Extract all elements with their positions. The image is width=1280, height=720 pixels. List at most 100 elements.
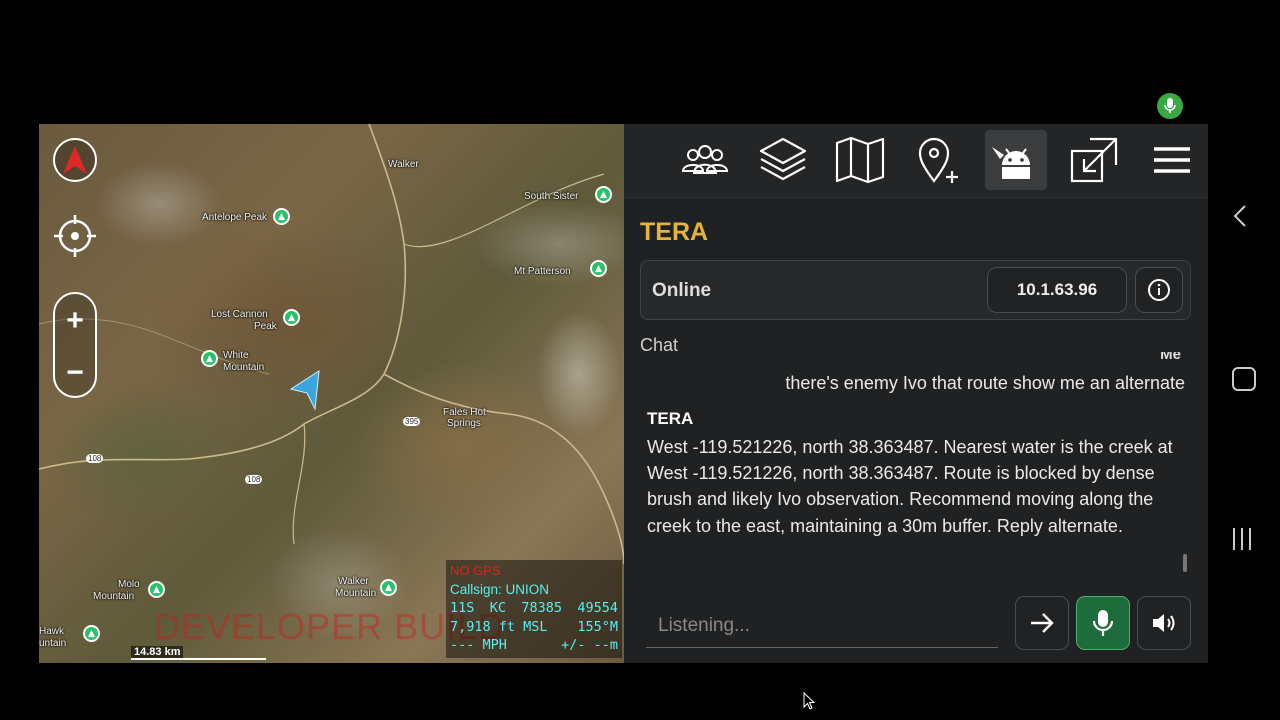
grid-square: KC	[489, 600, 506, 616]
map-label-hawk: Hawk	[39, 626, 65, 637]
easting: 78385	[521, 600, 562, 616]
gps-status: NO GPS	[450, 563, 501, 578]
chat-input-field[interactable]	[646, 604, 998, 648]
expand-button[interactable]	[1063, 130, 1125, 190]
locate-button[interactable]	[53, 214, 97, 258]
peak-marker[interactable]	[201, 350, 218, 367]
server-ip-button[interactable]: 10.1.63.96	[987, 267, 1127, 313]
map-label-molo-mountain: Mountain	[93, 591, 135, 602]
info-icon	[1148, 279, 1170, 301]
mic-icon	[1164, 98, 1176, 113]
nav-recents-button[interactable]	[1233, 528, 1251, 550]
peak-marker[interactable]	[83, 625, 100, 642]
chevron-left-icon	[1233, 205, 1246, 227]
map-label-fales-springs: Springs	[447, 418, 481, 429]
connection-status: Online	[652, 280, 712, 301]
recents-bar	[1249, 528, 1251, 550]
layers-button[interactable]	[752, 130, 814, 190]
speaker-button[interactable]	[1137, 596, 1191, 650]
contacts-button[interactable]	[674, 130, 736, 190]
map-label-lost-cannon: Lost Cannon	[211, 309, 268, 320]
message-sender-me: Me	[1160, 352, 1181, 363]
mouse-cursor	[803, 691, 816, 715]
map-label-white: White	[223, 350, 249, 361]
self-info-box: NO GPS Callsign: UNION 11S KC 78385 4955…	[446, 560, 622, 658]
chat-input[interactable]	[646, 604, 998, 647]
status-card: Online 10.1.63.96	[640, 260, 1191, 320]
map-label-fales-hot: Fales Hot	[443, 407, 486, 418]
zoom-control: + −	[53, 292, 97, 398]
zoom-out-button[interactable]: −	[55, 348, 95, 398]
map-label-walker-2: Walker	[338, 576, 369, 587]
zoom-in-icon: +	[66, 304, 84, 337]
northing: 49554	[577, 600, 618, 616]
peak-marker[interactable]	[283, 309, 300, 326]
altitude-heading-row: 7,918 ft MSL 155°M	[450, 618, 618, 637]
self-location-marker[interactable]	[289, 369, 323, 416]
map-button[interactable]	[829, 130, 891, 190]
compass-icon	[63, 146, 87, 174]
accuracy: +/- --m	[561, 637, 618, 653]
cursor-icon	[803, 691, 816, 710]
nav-back-button[interactable]	[1233, 204, 1247, 233]
map-label-mt-patterson: Mt Patterson	[514, 266, 571, 277]
callsign: Callsign: UNION	[450, 581, 550, 597]
menu-button[interactable]	[1141, 130, 1203, 190]
speaker-icon	[1153, 614, 1175, 632]
contacts-icon	[681, 145, 729, 174]
map-label-hawk-mountain: untain	[39, 638, 67, 649]
screen: Walker South Sister Antelope Peak Mt Pat…	[0, 0, 1280, 720]
speed-accuracy-row: --- MPH +/- --m	[450, 636, 618, 655]
plugin-title: TERA	[640, 218, 709, 246]
self-arrow-icon	[289, 370, 320, 411]
map-view[interactable]: Walker South Sister Antelope Peak Mt Pat…	[39, 124, 624, 663]
altitude: 7,918 ft MSL	[450, 618, 548, 635]
speed: --- MPH	[450, 637, 507, 653]
map-label-antelope-peak: Antelope Peak	[202, 212, 268, 223]
map-label-lost-cannon-peak: Peak	[254, 321, 277, 332]
mic-button[interactable]	[1076, 596, 1130, 650]
map-label-walker: Walker	[388, 159, 419, 170]
menu-icon	[1154, 147, 1190, 173]
chat-log[interactable]: Me there's enemy Ivo that route show me …	[640, 352, 1191, 576]
mic-active-indicator	[1157, 93, 1183, 119]
tera-plugin-button[interactable]	[985, 130, 1047, 190]
message-me-text: there's enemy Ivo that route show me an …	[785, 373, 1185, 393]
add-point-button[interactable]	[907, 130, 969, 190]
toolbar	[624, 124, 1208, 198]
info-button[interactable]	[1135, 267, 1183, 313]
peak-marker[interactable]	[273, 208, 290, 225]
compass-button[interactable]	[53, 138, 97, 182]
grid-zone: 11S	[450, 600, 475, 616]
map-label-walker-mountain: Mountain	[335, 588, 377, 599]
add-point-icon	[918, 137, 958, 183]
peak-marker[interactable]	[590, 260, 607, 277]
zoom-in-button[interactable]: +	[55, 296, 95, 346]
nav-home-button[interactable]	[1232, 367, 1256, 391]
map-label-molo: Molo	[118, 579, 140, 590]
map-label-white-mountain: Mountain	[223, 362, 265, 373]
route-shield-395: 395	[403, 417, 421, 426]
map-icon	[835, 136, 885, 184]
peak-marker[interactable]	[595, 186, 612, 203]
chat-scrollbar[interactable]	[1183, 554, 1187, 572]
map-label-south-sister: South Sister	[524, 191, 579, 202]
android-plugin-icon	[992, 147, 1030, 179]
locate-icon	[54, 215, 96, 257]
scale-label: 14.83 km	[131, 646, 184, 658]
zoom-out-icon: −	[66, 356, 84, 389]
layers-icon	[759, 137, 807, 181]
message-tera-text: West -119.521226, north 38.363487. Neare…	[647, 437, 1173, 536]
recents-bar	[1241, 528, 1243, 550]
send-button[interactable]	[1015, 596, 1069, 650]
arrow-right-icon	[1031, 613, 1054, 633]
route-shield-108: 108	[245, 475, 263, 484]
expand-icon	[1070, 137, 1118, 183]
message-sender-tera: TERA	[647, 409, 694, 428]
heading: 155°M	[577, 618, 618, 635]
peak-marker[interactable]	[148, 581, 165, 598]
mgrs-coordinates: 11S KC 78385 49554	[450, 599, 618, 618]
scale-bar: 14.83 km	[131, 646, 266, 662]
recents-bar	[1233, 528, 1235, 550]
peak-marker[interactable]	[380, 579, 397, 596]
